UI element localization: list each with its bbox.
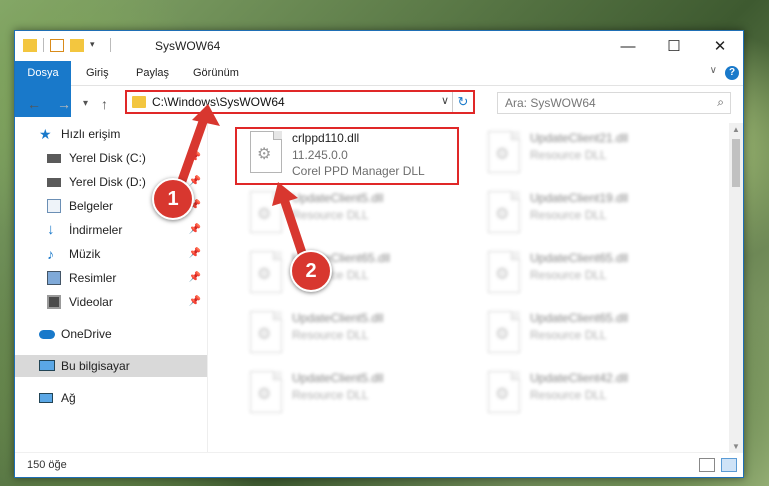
annotation-arrows — [173, 104, 310, 267]
step-badge-1: 1 — [152, 178, 194, 220]
arrow-1-head — [192, 104, 220, 126]
step-badge-2: 2 — [290, 250, 332, 292]
